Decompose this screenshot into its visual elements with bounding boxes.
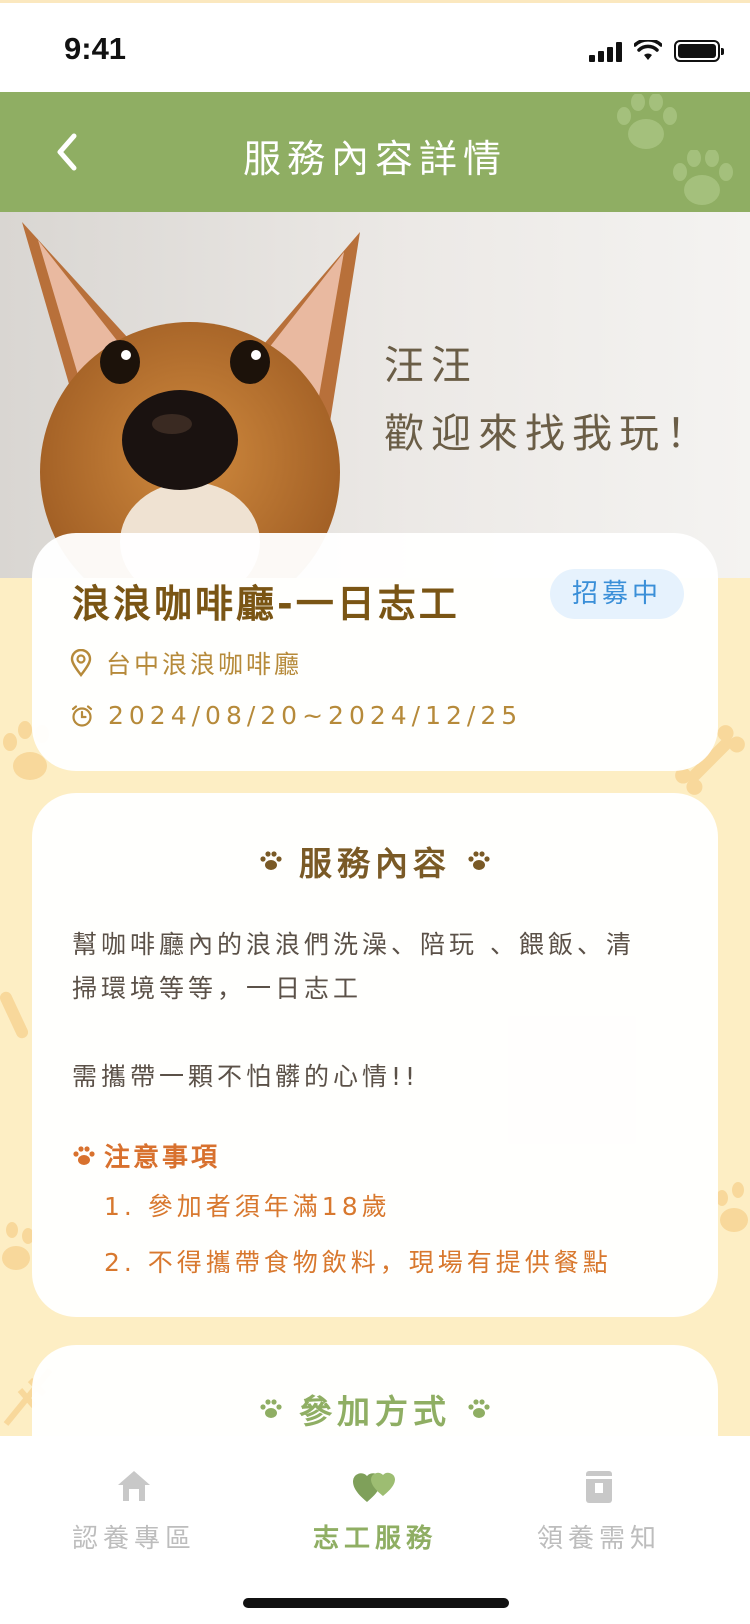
note-item: 1. 參加者須年滿18歲 (104, 1192, 391, 1221)
status-time: 9:41 (64, 31, 127, 66)
alarm-clock-icon (71, 704, 93, 727)
location-row: 台中浪浪咖啡廳 (70, 645, 302, 681)
home-icon (118, 1471, 150, 1501)
status-badge: 招募中 (550, 569, 684, 619)
date-range-text: 2024/08/20~2024/12/25 (108, 701, 523, 730)
status-icons (589, 37, 724, 65)
tab-label: 認養專區 (71, 1524, 196, 1554)
hearts-icon (353, 1472, 395, 1502)
tab-label: 領養需知 (536, 1524, 661, 1554)
notes-heading-text: 注意事項 (104, 1143, 221, 1173)
service-content-heading: 服務內容 (32, 837, 718, 885)
service-content-heading-text: 服務內容 (299, 844, 451, 883)
battery-icon (674, 40, 724, 62)
tab-label: 志工服務 (312, 1524, 437, 1554)
service-description: 幫咖啡廳內的浪浪們洗澡、陪玩 、餵飯、清 掃環境等等，一日志工 需攜帶一顆不怕髒… (72, 923, 692, 1099)
status-bar: 9:41 (0, 0, 750, 92)
book-icon (586, 1471, 612, 1503)
activity-title: 浪浪咖啡廳-一日志工 (72, 582, 460, 626)
home-indicator[interactable] (243, 1598, 509, 1608)
description-line: 掃環境等等，一日志工 (72, 974, 363, 1003)
hero-banner: 汪汪 歡迎來找我玩！ (0, 212, 750, 578)
paw-icon (260, 1399, 282, 1418)
paw-icon (260, 851, 282, 870)
paw-icon (468, 1399, 490, 1418)
paw-print-decoration (673, 150, 733, 205)
paw-icon (73, 1145, 95, 1165)
join-method-heading: 參加方式 (32, 1385, 718, 1433)
dog-photo (22, 222, 360, 578)
hero-text: 汪汪 歡迎來找我玩！ (384, 332, 713, 468)
header-bar: 服務內容詳情 (0, 92, 750, 212)
hero-line-1: 汪汪 (384, 343, 478, 389)
service-content-card: 服務內容 幫咖啡廳內的浪浪們洗澡、陪玩 、餵飯、清 掃環境等等，一日志工 需攜帶… (32, 793, 718, 1317)
paw-print-decoration (617, 94, 677, 149)
wifi-icon (634, 40, 662, 60)
tab-adoption-notice[interactable]: 領養需知 (499, 1462, 699, 1555)
activity-info-card: 浪浪咖啡廳-一日志工 招募中 台中浪浪咖啡廳 2024/08/20~2024/1… (32, 533, 718, 771)
paw-icon (468, 851, 490, 870)
bottom-tab-bar: 認養專區 志工服務 領養需知 (0, 1436, 750, 1624)
signal-icon (589, 40, 622, 62)
location-pin-icon (70, 649, 92, 677)
description-line: 幫咖啡廳內的浪浪們洗澡、陪玩 、餵飯、清 (72, 930, 635, 959)
hero-line-2: 歡迎來找我玩！ (384, 411, 713, 457)
notes-heading: 注意事項 (72, 1137, 220, 1174)
note-item: 2. 不得攜帶食物飲料，現場有提供餐點 (104, 1248, 612, 1277)
location-text: 台中浪浪咖啡廳 (106, 650, 303, 679)
tab-volunteer[interactable]: 志工服務 (275, 1462, 475, 1555)
description-line: 需攜帶一顆不怕髒的心情!! (72, 1062, 420, 1091)
tab-adoption[interactable]: 認養專區 (34, 1462, 234, 1555)
date-row: 2024/08/20~2024/12/25 (70, 701, 522, 730)
join-method-heading-text: 參加方式 (299, 1392, 451, 1431)
